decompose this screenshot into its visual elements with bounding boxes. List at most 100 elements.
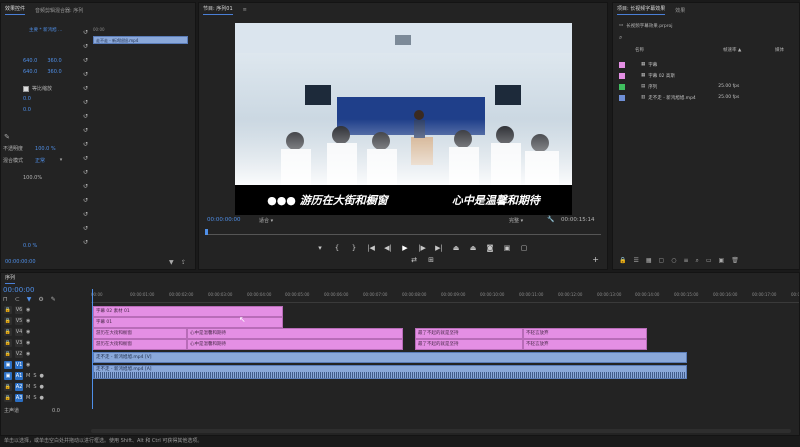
track-label[interactable]: A1 [15,372,23,380]
lift-icon[interactable]: ⏏ [451,243,461,253]
freeform-view-icon[interactable]: ▢ [659,257,665,265]
reset-icon[interactable]: ↺ [83,127,91,134]
project-item[interactable]: ▤ 序列 25.00 fps [615,82,797,91]
reset-icon[interactable]: ↺ [83,57,91,64]
col-name-header[interactable]: 名称 [635,47,723,56]
vr-icon[interactable]: ▢ [519,243,529,253]
timeline-audio-clip[interactable]: 走不走 - 新鸿旭旭.mp4 [A] [93,365,687,379]
search-icon[interactable]: ⌕ [696,257,699,265]
volume-value[interactable]: 0.0 % [23,243,37,249]
mark-in-bracket-icon[interactable]: { [332,243,342,253]
timeline-ruler[interactable]: 00:00 00:00:01:00 00:00:02:00 00:00:03:00 00… [91,289,799,303]
track-lock-icon[interactable]: 🔒 [4,383,12,391]
timeline-scrollbar[interactable] [91,429,791,433]
loop-icon[interactable]: ⇄ [409,255,419,265]
tab-program[interactable]: 节目: 序列01 [203,5,233,15]
extract-icon[interactable]: ⏏ [468,243,478,253]
list-view-icon[interactable]: ☰ [633,257,638,265]
tab-effect-controls[interactable]: 效果控件 [5,5,26,15]
timeline-video-clip[interactable]: 走不走 - 新鸿旭旭.mp4 [V] [93,352,687,363]
zoom-slider-icon[interactable]: ○ [671,257,676,265]
mic-icon[interactable]: ● [40,384,44,390]
chevron-down-icon[interactable]: ▾ [57,156,65,164]
track-label[interactable]: A3 [15,394,23,402]
track-label[interactable]: A2 [15,383,23,391]
anchor-offset-value[interactable]: 0.0 [23,107,31,113]
reset-icon[interactable]: ↺ [83,197,91,204]
reset-icon[interactable]: ↺ [83,113,91,120]
track-target-icon[interactable]: ▣ [4,361,12,369]
track-lock-icon[interactable]: 🔒 [4,328,12,336]
speed-value[interactable]: 100.0% [23,175,42,181]
reset-icon[interactable]: ↺ [83,211,91,218]
reset-icon[interactable]: ↺ [83,183,91,190]
playhead-marker[interactable] [205,229,208,235]
blend-mode-select[interactable]: 正常 [35,157,45,164]
icon-view-icon[interactable]: ▦ [646,257,652,265]
program-scrubber[interactable] [205,229,601,235]
video-frame[interactable]: ●●● 游历在大街和橱窗 心中是温馨和期待 [235,23,572,215]
project-item[interactable]: ▥ 走不走 - 新鸿旭旭.mp4 25.00 fps [615,93,797,102]
safe-margins-icon[interactable]: ⊞ [426,255,436,265]
anchor-y-value[interactable]: 360.0 [47,69,61,75]
track-label[interactable]: V4 [15,328,23,336]
timeline-timecode[interactable]: 00:00:00 [3,286,34,294]
track-label[interactable]: V1 [15,361,23,369]
snap-icon[interactable]: ⊓ [3,296,8,303]
timeline-clip[interactable]: 心中是温馨和期待 [187,339,403,350]
track-label[interactable]: V2 [15,350,23,358]
eye-icon[interactable]: ◉ [26,362,30,368]
track-lock-icon[interactable]: 🔒 [4,306,12,314]
track-label[interactable]: V5 [15,317,23,325]
reset-icon[interactable]: ↺ [83,43,91,50]
timeline-clip[interactable]: 游历在大街和橱窗 [93,328,187,339]
linked-selection-icon[interactable]: ⊂ [15,296,20,303]
mini-timeline-clip[interactable]: 走不走 - 新鸿旭旭.mp4 [93,36,188,44]
track-lock-icon[interactable]: 🔒 [4,317,12,325]
track-lock-icon[interactable]: 🔒 [4,350,12,358]
export-icon[interactable]: ⇪ [181,259,186,266]
track-label[interactable]: V3 [15,339,23,347]
reset-icon[interactable]: ↺ [83,71,91,78]
track-target-icon[interactable]: ▣ [4,372,12,380]
program-timecode-left[interactable]: 00:00:00:00 [207,217,241,223]
timeline-clip[interactable]: 不轻言放弃 [523,328,647,339]
reset-icon[interactable]: ↺ [83,239,91,246]
quality-select[interactable]: 完整 ▾ [509,217,523,224]
mic-icon[interactable]: ● [40,373,44,379]
project-search[interactable]: ⌕ [619,34,622,42]
menu-icon[interactable]: ≡ [243,7,247,13]
effect-controls-timecode[interactable]: 00:00:00:00 [5,259,36,265]
timeline-clip[interactable]: 字幕 01 [93,317,283,328]
add-button[interactable]: + [592,255,599,264]
col-media-header[interactable]: 媒体 [775,47,784,56]
settings-icon[interactable]: ⚙ [38,296,43,303]
new-item-icon[interactable]: ▣ [719,257,725,265]
reset-icon[interactable]: ↺ [83,141,91,148]
eye-icon[interactable]: ◉ [26,340,30,346]
anchor-x-value[interactable]: 640.0 [23,69,37,75]
position-y-value[interactable]: 360.0 [47,58,61,64]
reset-icon[interactable]: ↺ [83,85,91,92]
fit-select[interactable]: 适合 ▾ [259,217,273,224]
reset-icon[interactable]: ↺ [83,99,91,106]
project-item[interactable]: ▦ 字幕 [615,60,797,69]
tab-project[interactable]: 项目: 长视频字幕效果 [617,5,666,15]
track-lock-icon[interactable]: 🔒 [4,339,12,347]
wrench-icon[interactable]: ✎ [51,296,56,303]
step-back-icon[interactable]: ◀| [383,243,393,253]
mic-icon[interactable]: ● [40,395,44,401]
solo-icon[interactable]: S [33,384,36,390]
tab-effects[interactable]: 效果 [675,7,685,14]
play-icon[interactable]: ▶ [400,243,410,253]
opacity-value[interactable]: 100.0 % [35,146,56,152]
track-label[interactable]: V6 [15,306,23,314]
col-rate-header[interactable]: 帧速率 ▲ [723,47,775,56]
wrench-icon[interactable]: 🔧 [547,216,554,223]
eye-icon[interactable]: ◉ [26,307,30,313]
project-item[interactable]: ▦ 字幕 02 高斯 [615,71,797,80]
step-forward-icon[interactable]: |▶ [417,243,427,253]
reset-icon[interactable]: ↺ [83,29,91,36]
timeline-clip[interactable]: 游历在大街和橱窗 [93,339,187,350]
new-bin-icon[interactable]: ▭ [706,257,712,265]
